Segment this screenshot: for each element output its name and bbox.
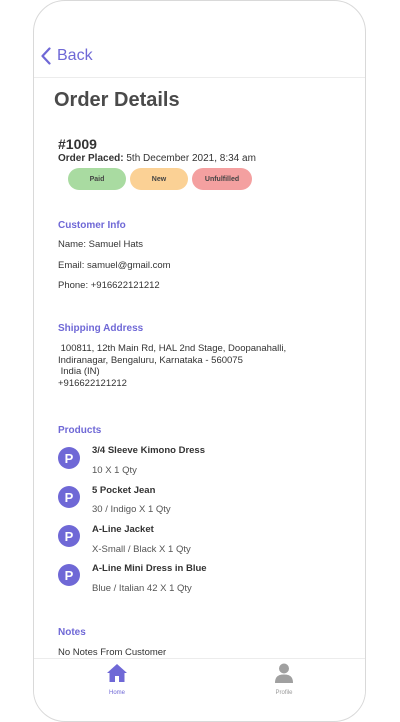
customer-phone: Phone: +916622121212 <box>58 280 160 291</box>
order-number: #1009 <box>58 136 97 152</box>
product-detail: 10 X 1 Qty <box>92 465 137 476</box>
tab-profile-label: Profile <box>275 690 293 696</box>
tab-bar: Home Profile <box>34 658 365 714</box>
shipping-address: 100811, 12th Main Rd, HAL 2nd Stage, Doo… <box>58 343 286 389</box>
tab-profile[interactable]: Profile <box>254 663 314 696</box>
customer-info-heading: Customer Info <box>58 220 126 231</box>
back-button[interactable]: Back <box>41 47 93 65</box>
status-badges: Paid New Unfulfilled <box>68 168 252 190</box>
phone-frame: Back Order Details #1009 Order Placed: 5… <box>33 0 366 722</box>
product-name[interactable]: 5 Pocket Jean <box>92 485 155 496</box>
status-badge-unfulfilled: Unfulfilled <box>192 168 252 190</box>
notes-heading: Notes <box>58 627 86 638</box>
nav-bar: Back <box>34 1 365 78</box>
status-badge-paid: Paid <box>68 168 126 190</box>
notes-text: No Notes From Customer <box>58 647 167 658</box>
product-avatar-icon: P <box>58 447 80 469</box>
chevron-left-icon <box>41 47 51 65</box>
product-avatar-icon: P <box>58 564 80 586</box>
customer-email: Email: samuel@gmail.com <box>58 260 171 271</box>
status-badge-new: New <box>130 168 188 190</box>
order-placed-label: Order Placed: <box>58 153 124 164</box>
address-line: +916622121212 <box>58 377 127 389</box>
product-detail: Blue / Italian 42 X 1 Qty <box>92 583 192 594</box>
customer-name: Name: Samuel Hats <box>58 239 144 250</box>
address-line: India (IN) <box>58 366 100 377</box>
product-avatar-icon: P <box>58 525 80 547</box>
order-placed-value: 5th December 2021, 8:34 am <box>126 153 256 164</box>
product-detail: X-Small / Black X 1 Qty <box>92 544 191 555</box>
address-line: 100811, 12th Main Rd, HAL 2nd Stage, Doo… <box>58 343 287 354</box>
person-icon <box>275 663 293 683</box>
order-placed: Order Placed: 5th December 2021, 8:34 am <box>58 153 256 164</box>
product-name[interactable]: 3/4 Sleeve Kimono Dress <box>92 445 205 456</box>
products-heading: Products <box>58 425 102 436</box>
home-icon <box>107 664 127 682</box>
product-avatar-icon: P <box>58 486 80 508</box>
product-detail: 30 / Indigo X 1 Qty <box>92 504 171 515</box>
address-line: Indiranagar, Bengaluru, Karnataka - 5600… <box>58 354 243 366</box>
product-name[interactable]: A-Line Mini Dress in Blue <box>92 563 207 574</box>
back-label: Back <box>57 47 93 64</box>
tab-home-label: Home <box>108 690 125 696</box>
product-name[interactable]: A-Line Jacket <box>92 524 154 535</box>
page-title: Order Details <box>54 89 180 111</box>
tab-home[interactable]: Home <box>87 663 147 696</box>
shipping-address-heading: Shipping Address <box>58 323 144 334</box>
